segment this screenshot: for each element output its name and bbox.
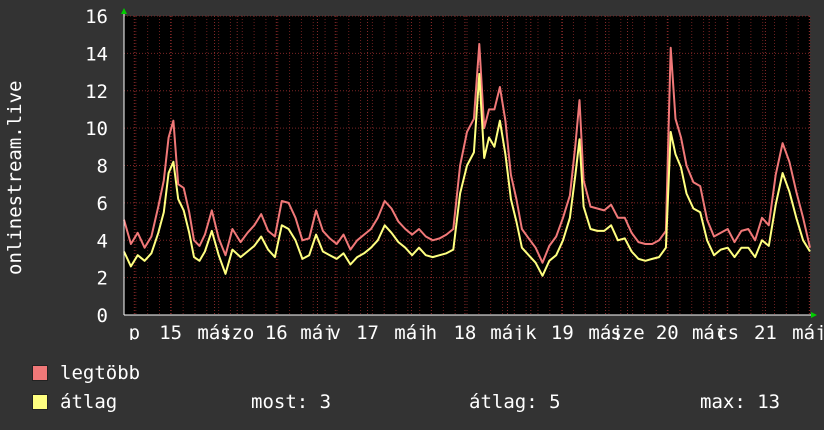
stat-max: max: 13: [700, 391, 781, 413]
x-tick-label: szo: [220, 322, 254, 340]
y-tick-label: 14: [85, 43, 108, 65]
x-ticks: p 15 májszo 16 májv 17 májh 18 máj k 19 májsze 20 máj…: [129, 322, 824, 340]
y-tick-label: 6: [97, 193, 108, 215]
stat-now: most: 3: [251, 391, 332, 413]
y-tick-label: 2: [97, 268, 108, 290]
x-tick-label: k: [525, 322, 537, 340]
x-tick-label: sze: [610, 322, 644, 340]
y-tick-label: 10: [85, 118, 108, 140]
x-tick-label: cs: [716, 322, 739, 340]
y-ticks: 0 2 4 6 8 10 12 14 16: [85, 6, 108, 327]
x-tick-label: 18: [453, 322, 476, 340]
x-tick-label: v: [330, 322, 341, 340]
x-tick-label: 21: [754, 322, 777, 340]
y-axis-arrow-icon: [121, 8, 127, 14]
legend-item-max: legtöbb: [32, 362, 140, 384]
y-tick-label: 12: [85, 81, 108, 103]
x-tick-label: 20: [656, 322, 679, 340]
x-tick-label: p: [129, 322, 140, 340]
y-axis-label: onlinestream.live: [4, 80, 26, 275]
x-tick-label: máj: [394, 322, 428, 340]
x-tick-label: máj: [792, 322, 824, 340]
legend-swatch-max: [32, 365, 48, 381]
x-tick-label: 16: [265, 322, 288, 340]
x-tick-label: h: [426, 322, 437, 340]
y-tick-label: 16: [85, 6, 108, 28]
stat-avg: átlag: 5: [469, 391, 561, 413]
x-tick-label: máj: [490, 322, 524, 340]
x-tick-label: 19: [551, 322, 574, 340]
chart: 0246810121416 p 15 májszo 16 májv 17 májh 18 máj…: [85, 6, 824, 340]
legend-swatch-avg: [32, 394, 48, 410]
y-tick-label: 8: [97, 156, 108, 178]
x-tick-label: 15: [159, 322, 182, 340]
legend-item-avg: átlag: [32, 391, 117, 413]
legend-label-max: legtöbb: [60, 362, 141, 384]
legend-label-avg: átlag: [60, 391, 118, 413]
y-tick-label: 0: [97, 305, 108, 327]
y-tick-label: 4: [97, 230, 108, 252]
x-axis-arrow-icon: [811, 312, 817, 318]
x-tick-label: 17: [356, 322, 379, 340]
